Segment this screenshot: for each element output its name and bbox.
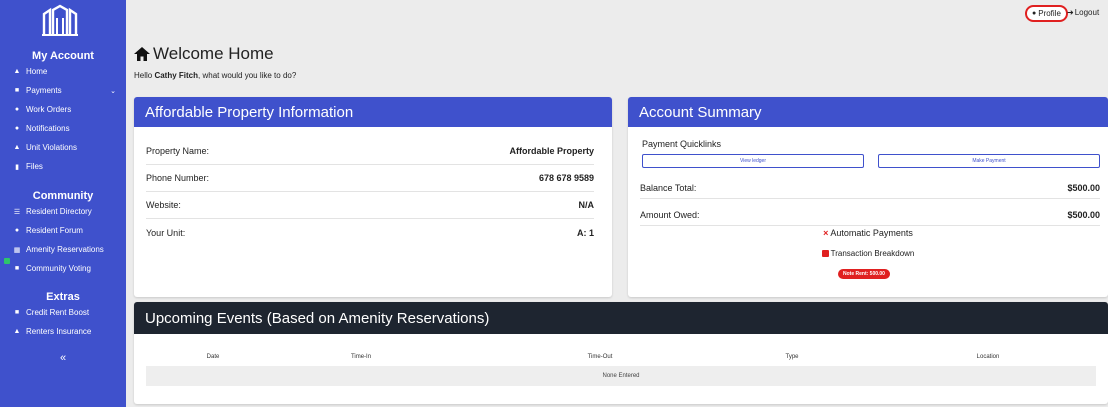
column-header-date: Date xyxy=(206,354,220,360)
logout-icon: ➜ xyxy=(1067,8,1074,17)
extras-heading: Extras xyxy=(46,291,80,303)
account-summary-card: Account Summary Payment Quicklinks View … xyxy=(628,97,1108,297)
phone-number-row: Phone Number: 678 678 9589 xyxy=(146,165,594,192)
community-heading: Community xyxy=(32,190,94,202)
wrench-icon: ● xyxy=(14,106,20,113)
user-icon: ● xyxy=(1032,10,1037,17)
payment-quicklinks-label: Payment Quicklinks xyxy=(642,139,722,149)
row-value: N/A xyxy=(578,200,595,210)
forum-icon: ● xyxy=(14,227,20,234)
sidebar-item-label: Amenity Reservations xyxy=(26,245,104,254)
row-value: $500.00 xyxy=(1067,182,1100,193)
expand-icon xyxy=(821,250,829,257)
property-info-card: Affordable Property Information Property… xyxy=(134,97,612,297)
profile-label: Profile xyxy=(1038,9,1061,18)
sidebar-item-work-orders[interactable]: ● Work Orders xyxy=(0,101,126,118)
upcoming-events-card: Upcoming Events (Based on Amenity Reserv… xyxy=(134,302,1108,404)
row-label: Amount Owed: xyxy=(640,209,700,220)
file-icon: ▮ xyxy=(15,163,19,171)
row-label: Phone Number: xyxy=(146,173,210,183)
view-ledger-button[interactable]: View ledger xyxy=(642,154,864,168)
row-label: Website: xyxy=(146,200,181,210)
table-row: None Entered xyxy=(146,366,1096,386)
vote-icon: ■ xyxy=(14,265,20,272)
balance-total-row: Balance Total: $500.00 xyxy=(640,177,1100,199)
property-name-row: Property Name: Affordable Property xyxy=(146,138,594,165)
row-value: 678 678 9589 xyxy=(538,173,594,183)
sidebar-item-files[interactable]: ▮ Files xyxy=(0,158,126,175)
my-account-heading: My Account xyxy=(32,50,94,62)
chat-icon: ● xyxy=(14,125,20,132)
sidebar-item-label: Unit Violations xyxy=(26,143,77,152)
sidebar-item-label: Community Voting xyxy=(26,264,91,273)
note-rent-badge: Note Rent: 500.00 xyxy=(838,269,890,279)
building-logo-icon[interactable] xyxy=(42,4,78,36)
sidebar-item-label: Home xyxy=(26,67,48,76)
card-header: Affordable Property Information xyxy=(134,97,612,127)
sidebar-item-label: Renters Insurance xyxy=(26,327,92,336)
column-header-location: Location xyxy=(976,354,1000,360)
card-header: Account Summary xyxy=(628,97,1108,127)
transaction-breakdown-toggle[interactable]: Transaction Breakdown xyxy=(628,249,1108,258)
greeting-prefix: Hello xyxy=(134,71,155,80)
close-icon: × xyxy=(823,228,829,238)
amount-owed-row: Amount Owed: $500.00 xyxy=(640,204,1100,226)
row-value: Affordable Property xyxy=(509,146,594,156)
warning-icon: ▲ xyxy=(13,144,21,151)
new-badge-icon xyxy=(4,258,10,264)
home-shield-icon: ▲ xyxy=(13,328,21,335)
automatic-payments-status[interactable]: × Automatic Payments xyxy=(628,228,1108,238)
row-value: $500.00 xyxy=(1067,209,1100,220)
column-header-time-in: Time-In xyxy=(350,354,372,360)
sidebar-item-label: Resident Directory xyxy=(26,207,92,216)
sidebar-item-label: Payments xyxy=(26,86,62,95)
bank-icon: ■ xyxy=(14,87,20,94)
greeting-suffix: , what would you like to do? xyxy=(198,71,297,80)
collapse-sidebar-button[interactable]: « xyxy=(0,352,126,364)
page-title: Welcome Home xyxy=(134,44,274,64)
profile-button[interactable]: ● Profile xyxy=(1025,5,1068,22)
column-header-time-out: Time-Out xyxy=(587,354,613,360)
sidebar-item-payments[interactable]: ■ Payments ⌄ xyxy=(0,82,126,99)
sidebar-item-unit-violations[interactable]: ▲ Unit Violations xyxy=(0,139,126,156)
sidebar-item-resident-forum[interactable]: ● Resident Forum xyxy=(0,222,126,239)
sidebar-item-renters-insurance[interactable]: ▲ Renters Insurance xyxy=(0,323,126,340)
row-label: Your Unit: xyxy=(146,227,186,238)
row-value: A: 1 xyxy=(576,227,594,238)
card-header: Upcoming Events (Based on Amenity Reserv… xyxy=(134,302,1108,334)
calendar-icon: ▦ xyxy=(13,246,21,254)
sidebar-item-label: Credit Rent Boost xyxy=(26,308,90,317)
sidebar-item-label: Notifications xyxy=(26,124,70,133)
directory-icon: ☰ xyxy=(13,208,21,216)
greeting-text: Hello Cathy Fitch, what would you like t… xyxy=(134,71,296,80)
website-row: Website: N/A xyxy=(146,192,594,219)
welcome-title: Welcome Home xyxy=(153,44,274,63)
sidebar-item-resident-directory[interactable]: ☰ Resident Directory xyxy=(0,203,126,220)
automatic-payments-label: Automatic Payments xyxy=(830,228,913,238)
logout-label: Logout xyxy=(1074,8,1100,17)
user-name: Cathy Fitch xyxy=(154,71,199,80)
row-label: Property Name: xyxy=(146,146,210,156)
row-label: Balance Total: xyxy=(640,182,697,193)
bank-icon: ■ xyxy=(14,309,20,316)
sidebar-item-label: Work Orders xyxy=(26,105,72,114)
sidebar-item-credit-rent-boost[interactable]: ■ Credit Rent Boost xyxy=(0,304,126,321)
transaction-breakdown-label: Transaction Breakdown xyxy=(830,249,915,258)
home-icon xyxy=(134,47,150,61)
sidebar-item-home[interactable]: ▲ Home xyxy=(0,63,126,80)
home-icon: ▲ xyxy=(13,68,21,75)
column-header-type: Type xyxy=(785,354,799,360)
sidebar-item-label: Resident Forum xyxy=(26,226,83,235)
unit-row: Your Unit: A: 1 xyxy=(146,219,594,246)
chevron-down-icon: ⌄ xyxy=(110,87,116,95)
sidebar: My Account ▲ Home ■ Payments ⌄ ● Work Order… xyxy=(0,0,126,407)
sidebar-item-notifications[interactable]: ● Notifications xyxy=(0,120,126,137)
sidebar-item-amenity-reservations[interactable]: ▦ Amenity Reservations xyxy=(0,241,126,258)
sidebar-item-community-voting[interactable]: ■ Community Voting xyxy=(0,258,126,277)
make-payment-button[interactable]: Make Payment xyxy=(878,154,1100,168)
sidebar-item-label: Files xyxy=(26,162,43,171)
logout-button[interactable]: ➜ Logout xyxy=(1067,8,1099,17)
